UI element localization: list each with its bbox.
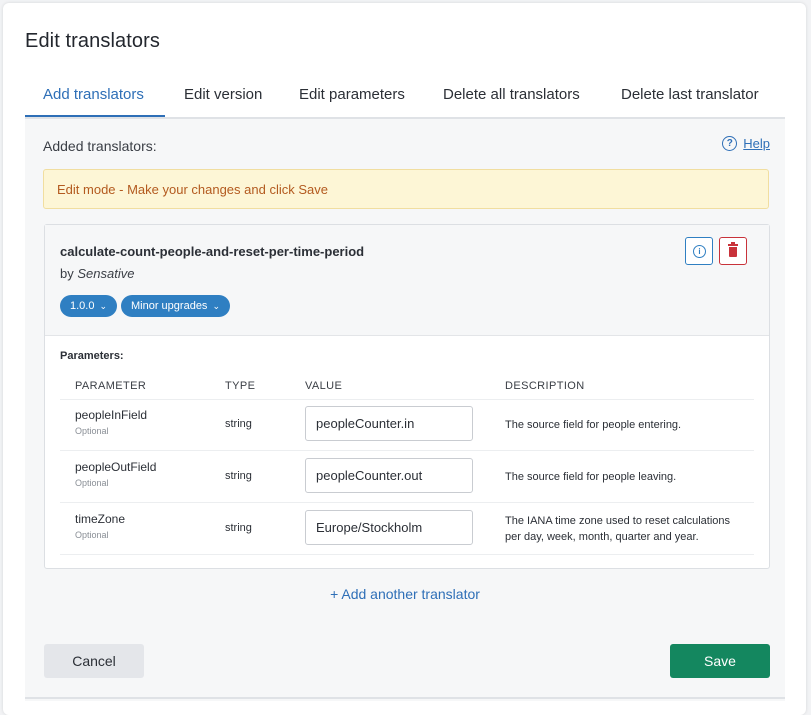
help-label: Help [743, 136, 770, 151]
edit-mode-alert: Edit mode - Make your changes and click … [43, 169, 769, 209]
parameter-description: The source field for people leaving. [505, 471, 677, 483]
upgrade-policy-dropdown[interactable]: Minor upgrades ⌄ [121, 295, 231, 317]
add-another-translator-link[interactable]: + Add another translator [25, 586, 785, 602]
column-value: VALUE [305, 380, 343, 392]
info-icon: i [693, 245, 706, 258]
page-title: Edit translators [25, 30, 160, 52]
tab-delete-last-translator[interactable]: Delete last translator [621, 86, 759, 103]
parameter-name: peopleOutField [75, 460, 157, 474]
parameter-type: string [225, 522, 252, 534]
chevron-down-icon: ⌄ [99, 301, 108, 311]
table-row: timeZone Optional string The IANA time z… [60, 503, 754, 555]
author-vendor: Sensative [77, 266, 135, 281]
cancel-button[interactable]: Cancel [44, 644, 144, 678]
help-link[interactable]: ? Help [722, 136, 770, 151]
save-button[interactable]: Save [670, 644, 770, 678]
version-value: 1.0.0 [70, 300, 95, 312]
translator-name: calculate-count-people-and-reset-per-tim… [60, 244, 365, 259]
table-row: peopleInField Optional string The source… [60, 399, 754, 451]
info-button[interactable]: i [685, 237, 713, 265]
parameter-type: string [225, 418, 252, 430]
upgrade-policy-value: Minor upgrades [131, 300, 208, 312]
question-circle-icon: ? [722, 136, 738, 151]
column-parameter: PARAMETER [75, 380, 147, 392]
author-prefix: by [60, 266, 74, 281]
tab-add-translators[interactable]: Add translators [43, 86, 144, 103]
delete-translator-button[interactable] [719, 237, 747, 265]
table-row: peopleOutField Optional string The sourc… [60, 451, 754, 503]
parameter-value-input[interactable] [305, 406, 473, 441]
tab-edit-version[interactable]: Edit version [184, 86, 262, 103]
parameter-name: timeZone [75, 512, 126, 526]
chevron-down-icon: ⌄ [212, 301, 221, 311]
parameter-value-input[interactable] [305, 510, 473, 545]
parameters-table-header: PARAMETER TYPE VALUE DESCRIPTION [60, 370, 754, 400]
tab-delete-all-translators[interactable]: Delete all translators [443, 86, 580, 103]
divider [25, 697, 785, 699]
translator-card-header: calculate-count-people-and-reset-per-tim… [45, 225, 769, 336]
parameter-description: The source field for people entering. [505, 419, 682, 431]
column-description: DESCRIPTION [505, 380, 585, 392]
parameters-label: Parameters: [60, 350, 124, 362]
parameter-optional: Optional [75, 426, 109, 436]
parameter-name: peopleInField [75, 408, 148, 422]
parameter-type: string [225, 470, 252, 482]
parameter-value-input[interactable] [305, 458, 473, 493]
column-type: TYPE [225, 380, 256, 392]
tab-edit-parameters[interactable]: Edit parameters [299, 86, 405, 103]
edit-mode-message: Edit mode - Make your changes and click … [57, 182, 328, 197]
tab-content: Added translators: ? Help Edit mode - Ma… [25, 119, 785, 701]
parameter-optional: Optional [75, 530, 109, 540]
translator-card: calculate-count-people-and-reset-per-tim… [44, 224, 770, 569]
parameter-description: The IANA time zone used to reset calcula… [505, 515, 731, 543]
version-dropdown[interactable]: 1.0.0 ⌄ [60, 295, 118, 317]
translator-author: by Sensative [60, 266, 134, 281]
tab-bar: Add translators Edit version Edit parame… [25, 77, 785, 119]
active-tab-indicator [25, 115, 165, 117]
edit-translators-panel: Edit translators Add translators Edit ve… [3, 3, 806, 715]
added-translators-label: Added translators: [43, 138, 157, 154]
parameter-optional: Optional [75, 478, 109, 488]
